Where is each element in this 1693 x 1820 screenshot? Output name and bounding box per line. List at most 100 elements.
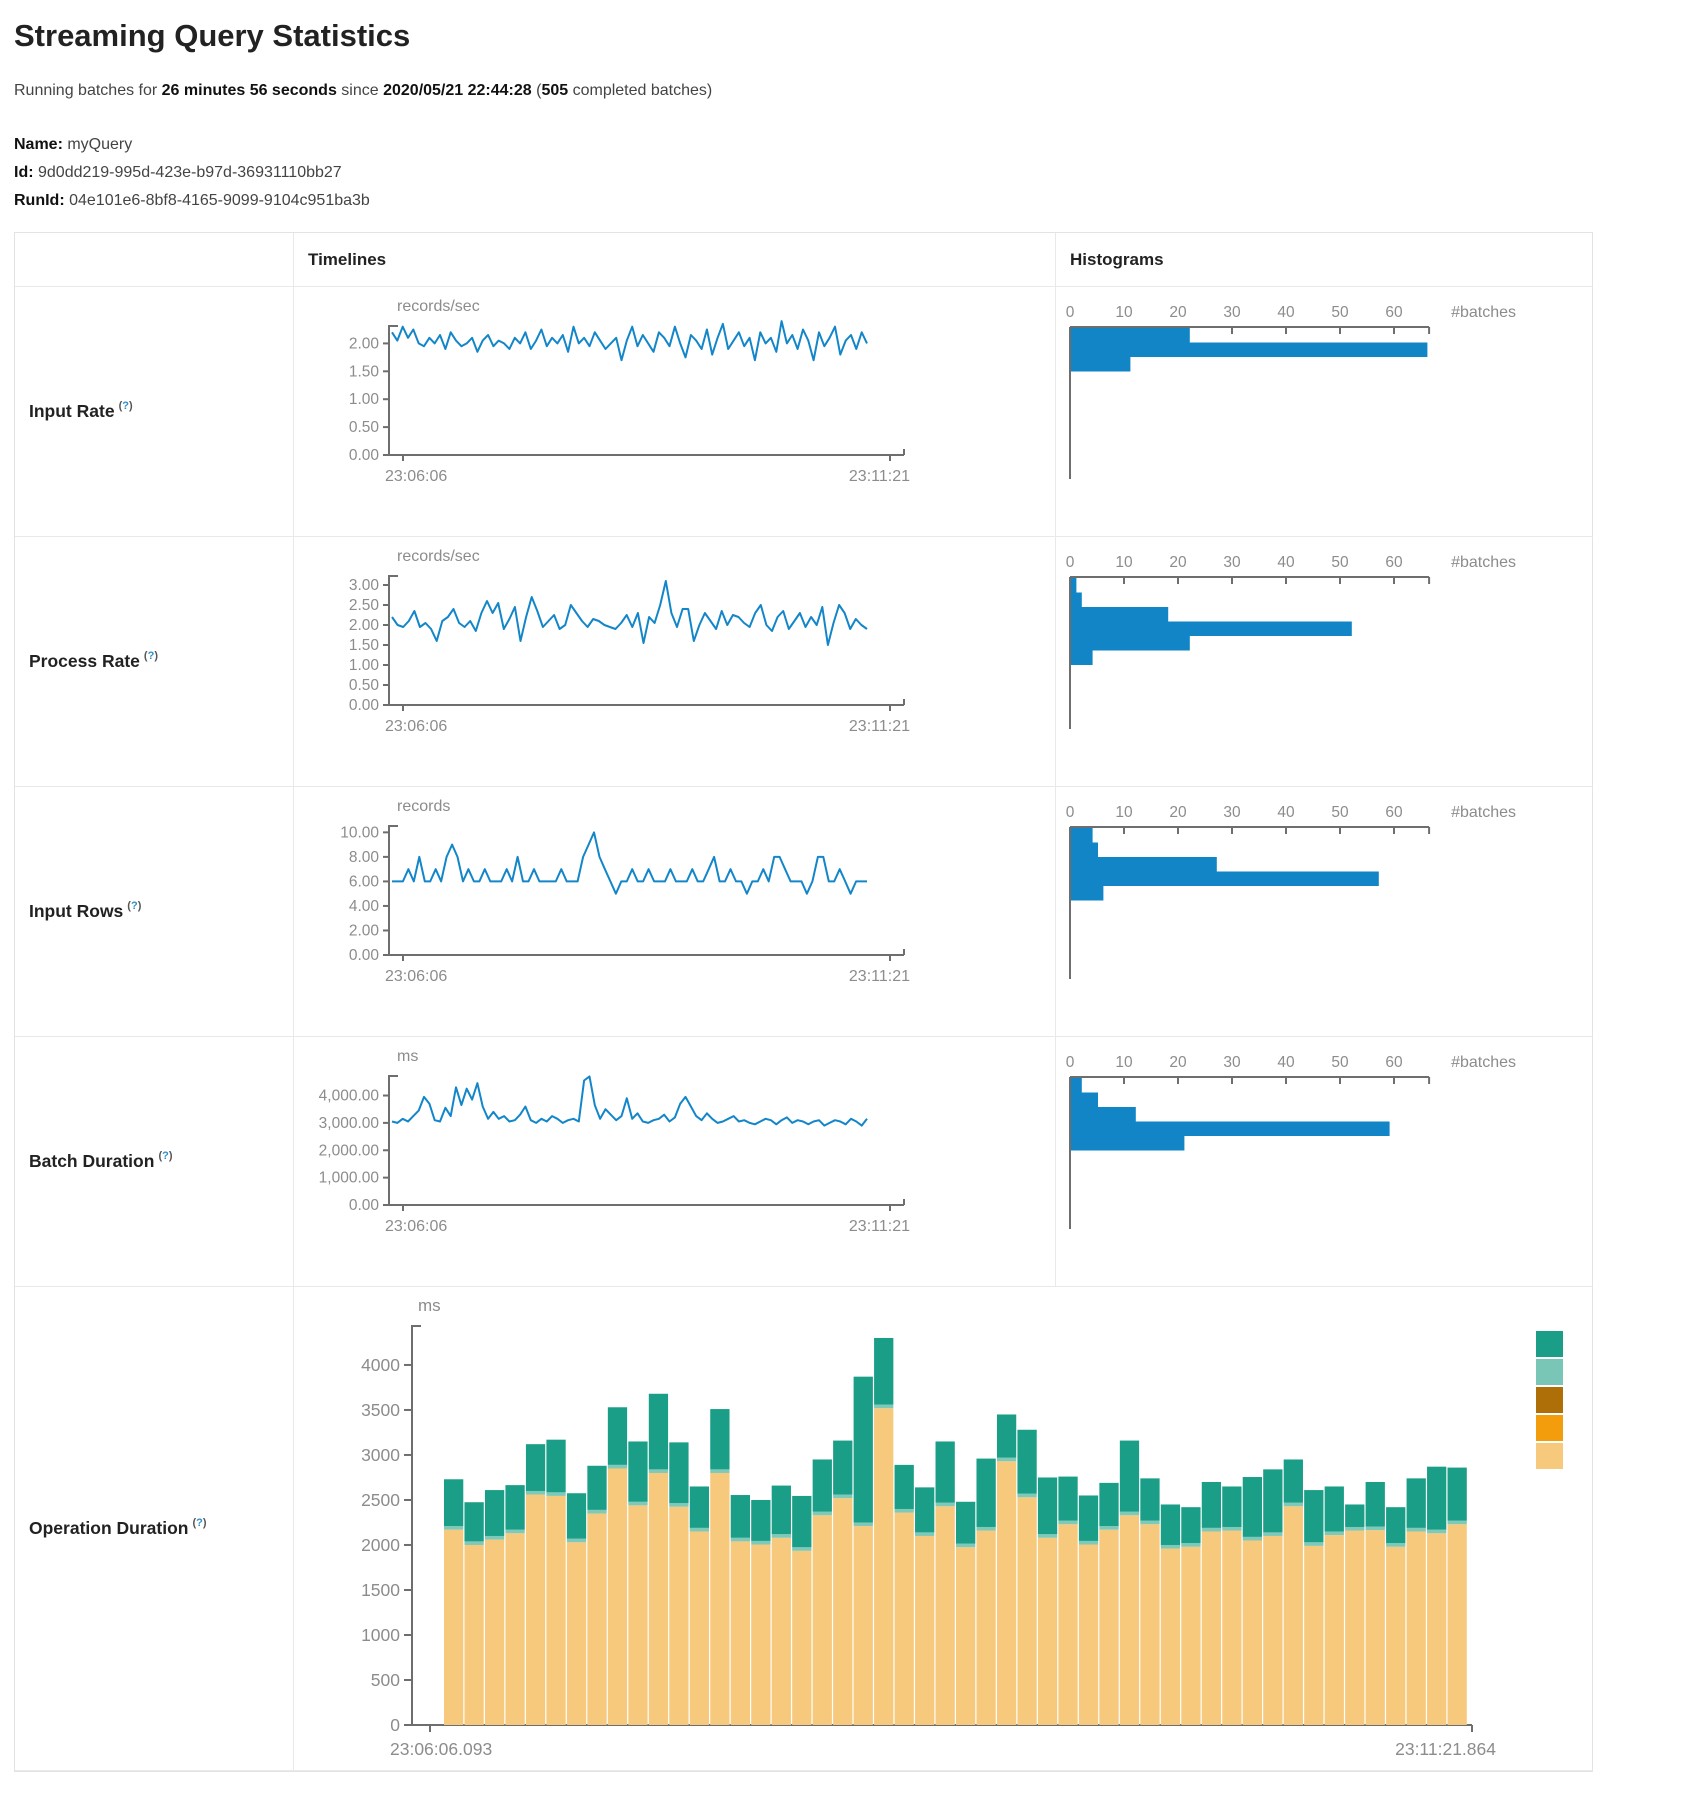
svg-text:2500: 2500 [361, 1490, 400, 1510]
page-title: Streaming Query Statistics [14, 18, 1679, 54]
svg-text:1.50: 1.50 [349, 637, 380, 654]
svg-text:2.00: 2.00 [349, 922, 380, 939]
paren: ) [169, 1150, 173, 1162]
svg-text:3500: 3500 [361, 1400, 400, 1420]
svg-text:#batches: #batches [1451, 304, 1516, 321]
input-rate-histogram-cell: 0102030405060#batches [1056, 287, 1593, 537]
query-name-label: Name: [14, 136, 63, 153]
svg-text:23:11:21.864: 23:11:21.864 [1395, 1739, 1496, 1759]
query-name-value: myQuery [63, 136, 132, 153]
input-rate-help-icon[interactable]: (?) [119, 400, 133, 412]
svg-text:#batches: #batches [1451, 1054, 1516, 1071]
legend-swatch-1 [1536, 1331, 1563, 1357]
svg-text:23:06:06: 23:06:06 [385, 1218, 447, 1235]
svg-text:10: 10 [1115, 554, 1133, 571]
svg-text:1500: 1500 [361, 1580, 400, 1600]
svg-text:1.00: 1.00 [349, 391, 380, 408]
query-runid-label: RunId: [14, 192, 65, 209]
completed-batches-count: 505 [541, 82, 568, 99]
svg-text:30: 30 [1223, 554, 1241, 571]
process-rate-histogram-chart: 0102030405060#batches [1056, 545, 1586, 750]
svg-text:20: 20 [1169, 1054, 1187, 1071]
svg-text:0.00: 0.00 [349, 447, 380, 464]
svg-text:40: 40 [1277, 554, 1295, 571]
query-runid-value: 04e101e6-8bf8-4165-9099-9104c951ba3b [65, 192, 370, 209]
svg-text:0.50: 0.50 [349, 419, 380, 436]
svg-text:20: 20 [1169, 804, 1187, 821]
svg-text:23:11:21: 23:11:21 [849, 1218, 910, 1235]
question-mark-icon: ? [196, 1517, 203, 1529]
paren: ) [138, 900, 142, 912]
header-timelines: Timelines [294, 233, 1056, 287]
process-rate-label: Process Rate [29, 651, 140, 672]
batch-duration-help-icon[interactable]: (?) [158, 1150, 172, 1162]
header-empty-cell [15, 233, 294, 287]
svg-text:50: 50 [1331, 1054, 1349, 1071]
query-id-value: 9d0dd219-995d-423e-b97d-36931110bb27 [34, 164, 342, 181]
svg-text:30: 30 [1223, 304, 1241, 321]
operation-duration-stacked-chart: ms4000350030002500200015001000500023:06:… [294, 1295, 1584, 1771]
batch-duration-timeline-chart: ms4,000.003,000.002,000.001,000.000.0023… [294, 1045, 1034, 1250]
input-rate-histogram-chart: 0102030405060#batches [1056, 295, 1586, 500]
batch-duration-histogram-chart: 0102030405060#batches [1056, 1045, 1586, 1250]
svg-text:1.00: 1.00 [349, 657, 380, 674]
start-timestamp: 2020/05/21 22:44:28 [383, 82, 532, 99]
svg-text:3000: 3000 [361, 1445, 400, 1465]
svg-text:3.00: 3.00 [349, 577, 380, 594]
svg-text:50: 50 [1331, 304, 1349, 321]
svg-text:4000: 4000 [361, 1355, 400, 1375]
query-id-label: Id: [14, 164, 34, 181]
svg-text:23:11:21: 23:11:21 [849, 718, 910, 735]
batch-duration-label: Batch Duration [29, 1151, 154, 1172]
svg-text:2,000.00: 2,000.00 [319, 1142, 380, 1159]
paren-open: ( [532, 82, 542, 99]
paren: ) [129, 400, 133, 412]
operation-duration-help-icon[interactable]: (?) [192, 1517, 206, 1529]
svg-text:60: 60 [1385, 804, 1403, 821]
row-label-input-rows: Input Rows (?) [15, 787, 294, 1037]
input-rows-timeline-cell: records10.008.006.004.002.000.0023:06:06… [294, 787, 1056, 1037]
statistics-table: Timelines Histograms Input Rate (?) reco… [14, 232, 1593, 1772]
svg-text:records/sec: records/sec [397, 298, 480, 315]
process-rate-help-icon[interactable]: (?) [144, 650, 158, 662]
question-mark-icon: ? [122, 400, 129, 412]
operation-duration-legend [1536, 1331, 1563, 1469]
svg-text:0: 0 [1066, 1054, 1075, 1071]
legend-swatch-5 [1536, 1443, 1563, 1469]
input-rows-timeline-chart: records10.008.006.004.002.000.0023:06:06… [294, 795, 1034, 1000]
svg-text:50: 50 [1331, 804, 1349, 821]
input-rate-timeline-chart: records/sec2.001.501.000.500.0023:06:062… [294, 295, 1034, 500]
svg-text:6.00: 6.00 [349, 873, 380, 890]
row-label-input-rate: Input Rate (?) [15, 287, 294, 537]
paren: ) [203, 1517, 207, 1529]
svg-text:0.00: 0.00 [349, 1197, 380, 1214]
svg-text:10: 10 [1115, 304, 1133, 321]
input-rows-help-icon[interactable]: (?) [127, 900, 141, 912]
svg-text:2.00: 2.00 [349, 617, 380, 634]
row-label-batch-duration: Batch Duration (?) [15, 1037, 294, 1287]
svg-text:10: 10 [1115, 1054, 1133, 1071]
summary-prefix: Running batches for [14, 82, 162, 99]
query-name-line: Name: myQuery [14, 136, 1679, 154]
legend-swatch-4 [1536, 1415, 1563, 1441]
query-runid-line: RunId: 04e101e6-8bf8-4165-9099-9104c951b… [14, 192, 1679, 210]
svg-text:23:11:21: 23:11:21 [849, 468, 910, 485]
operation-duration-label: Operation Duration [29, 1518, 188, 1539]
svg-text:10.00: 10.00 [340, 824, 379, 841]
svg-text:20: 20 [1169, 304, 1187, 321]
row-label-process-rate: Process Rate (?) [15, 537, 294, 787]
svg-text:1.50: 1.50 [349, 363, 380, 380]
svg-text:0: 0 [1066, 804, 1075, 821]
svg-text:60: 60 [1385, 304, 1403, 321]
svg-text:1000: 1000 [361, 1625, 400, 1645]
svg-text:2000: 2000 [361, 1535, 400, 1555]
svg-text:1,000.00: 1,000.00 [319, 1170, 380, 1187]
input-rows-histogram-chart: 0102030405060#batches [1056, 795, 1586, 1000]
input-rows-label: Input Rows [29, 901, 123, 922]
process-rate-timeline-chart: records/sec3.002.502.001.501.000.500.002… [294, 545, 1034, 750]
svg-text:0: 0 [1066, 554, 1075, 571]
svg-text:23:06:06: 23:06:06 [385, 718, 447, 735]
legend-swatch-3 [1536, 1387, 1563, 1413]
svg-text:ms: ms [418, 1296, 441, 1315]
input-rows-histogram-cell: 0102030405060#batches [1056, 787, 1593, 1037]
